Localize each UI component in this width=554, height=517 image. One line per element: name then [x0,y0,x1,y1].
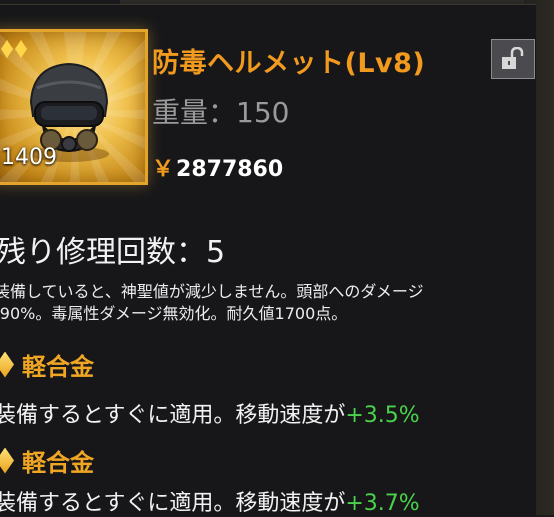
bonus-effect: 装備するとすぐに適用。移動速度が+3.5% [0,397,420,429]
price-value: 2877860 [176,157,284,182]
bonus-effect: 装備するとすぐに適用。移動速度が+3.7% [0,485,420,517]
bonus-effect-value: +3.5% [345,403,420,428]
item-icon-card[interactable]: 1409 [0,29,148,185]
bonus-title: 軽合金 [0,347,94,382]
bonus-title-text: 軽合金 [22,449,94,477]
description-line: 装備していると、神聖値が減少しません。頭部へのダメージ [0,282,424,301]
unlocked-padlock-icon [502,47,524,69]
diamond-gem-icon [0,447,14,474]
rank-indicator [1,40,27,58]
price-row: ￥2877860 [152,151,283,183]
weight-value: 150 [236,96,290,129]
description-line: -90%。毒属性ダメージ無効化。耐久値1700点。 [0,304,348,323]
weight-row: 重量：150 [152,91,289,131]
item-count: 1409 [1,145,57,170]
bonus-title-text: 軽合金 [22,353,94,381]
bonus-effect-value: +3.7% [345,491,420,516]
repair-label: 残り修理回数： [0,235,206,270]
bonus-effect-text: 装備するとすぐに適用。移動速度が [0,491,346,516]
rank-diamond-icon [1,40,13,58]
item-description: 装備していると、神聖値が減少しません。頭部へのダメージ -90%。毒属性ダメージ… [0,281,554,325]
repair-count-row: 残り修理回数：5 [0,227,225,271]
yen-icon: ￥ [152,157,175,182]
bonus-effect-text: 装備するとすぐに適用。移動速度が [0,403,346,428]
diamond-gem-icon [0,351,14,378]
weight-label: 重量： [152,96,237,129]
lock-toggle-button[interactable] [491,39,535,79]
rank-diamond-icon [15,40,27,58]
item-name: 防毒ヘルメット(Lv8) [152,48,426,79]
repair-value: 5 [206,235,226,270]
item-detail-panel: 1409 防毒ヘルメット(Lv8) 重量：150 ￥2877860 残り修理回数… [0,4,536,516]
bonus-title: 軽合金 [0,443,94,478]
